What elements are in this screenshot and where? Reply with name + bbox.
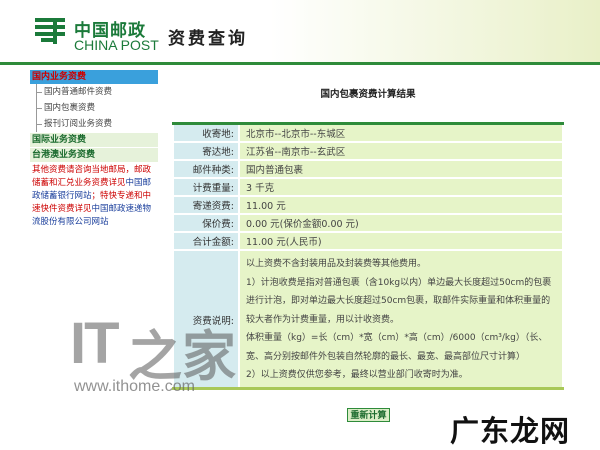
logo-en-text: CHINA POST (74, 37, 159, 53)
table-row: 保价费: 0.00 元(保价金额0.00 元) (172, 213, 564, 233)
sidebar-item-domestic[interactable]: 国内业务资费 (30, 70, 158, 84)
note-line: 1）计泡收费是指对普通包裹（含10kg以内）单边最大长度超过50cm的包裹进行计… (246, 277, 552, 325)
sidebar-item-international[interactable]: 国际业务资费 (30, 132, 158, 147)
row-label: 保价费: (172, 213, 240, 233)
header-divider (0, 62, 600, 65)
sidebar-subitem-newspaper[interactable]: 报刊订阅业务资费 (30, 116, 158, 132)
table-row: 收寄地: 北京市--北京市--东城区 (172, 122, 564, 143)
recalculate-button[interactable]: 重新计算 (347, 408, 390, 422)
row-value: 11.00 元(人民币) (238, 231, 564, 251)
row-value: 北京市--北京市--东城区 (238, 122, 564, 143)
row-label: 收寄地: (172, 122, 240, 143)
row-label: 寄达地: (172, 141, 240, 161)
table-row: 寄达地: 江苏省--南京市--玄武区 (172, 141, 564, 161)
ithome-watermark-logo: IT (70, 311, 120, 376)
page-title: 资费查询 (168, 29, 248, 49)
notes-value: 以上资费不含封装用品及封装费等其他费用。 1）计泡收费是指对普通包裹（含10kg… (238, 249, 564, 391)
site-watermark: 广东龙网 (450, 414, 571, 448)
sidebar-subitem-domestic-mail[interactable]: 国内普通邮件资费 (30, 84, 158, 100)
row-value: 3 千克 (238, 177, 564, 197)
table-row: 邮件种类: 国内普通包裹 (172, 159, 564, 179)
table-row: 计费重量: 3 千克 (172, 177, 564, 197)
table-row: 寄递资费: 11.00 元 (172, 195, 564, 215)
table-row: 合计金额: 11.00 元(人民币) (172, 231, 564, 251)
row-value: 江苏省--南京市--玄武区 (238, 141, 564, 161)
sidebar-note: 其他资费请咨询当地邮局，邮政储蓄和汇兑业务资费详见中国邮政储蓄银行网站；特快专递… (30, 162, 158, 231)
row-label: 邮件种类: (172, 159, 240, 179)
row-value: 0.00 元(保价金额0.00 元) (238, 213, 564, 233)
row-label: 合计金额: (172, 231, 240, 251)
note-line: 体积重量（kg）=长（cm）*宽（cm）*高（cm）/6000（cm³/kg）（… (246, 333, 548, 362)
result-title: 国内包裹资费计算结果 (320, 89, 416, 100)
ithome-watermark-url: www.ithome.com (74, 378, 195, 395)
page-header: 中国邮政 CHINA POST 资费查询 (0, 0, 600, 62)
sidebar-subitem-domestic-parcel[interactable]: 国内包裹资费 (30, 100, 158, 116)
note-line: 2）以上资费仅供您参考，最终以营业部门收寄时为准。 (246, 370, 468, 380)
sidebar: 国内业务资费 国内普通邮件资费 国内包裹资费 报刊订阅业务资费 国际业务资费 台… (30, 70, 158, 242)
china-post-logo-icon (35, 18, 65, 44)
note-line: 以上资费不含封装用品及封装费等其他费用。 (246, 259, 427, 269)
row-value: 国内普通包裹 (238, 159, 564, 179)
row-label: 计费重量: (172, 177, 240, 197)
row-label: 寄递资费: (172, 195, 240, 215)
sidebar-item-hk-macau-taiwan[interactable]: 台港澳业务资费 (30, 147, 158, 162)
row-value: 11.00 元 (238, 195, 564, 215)
